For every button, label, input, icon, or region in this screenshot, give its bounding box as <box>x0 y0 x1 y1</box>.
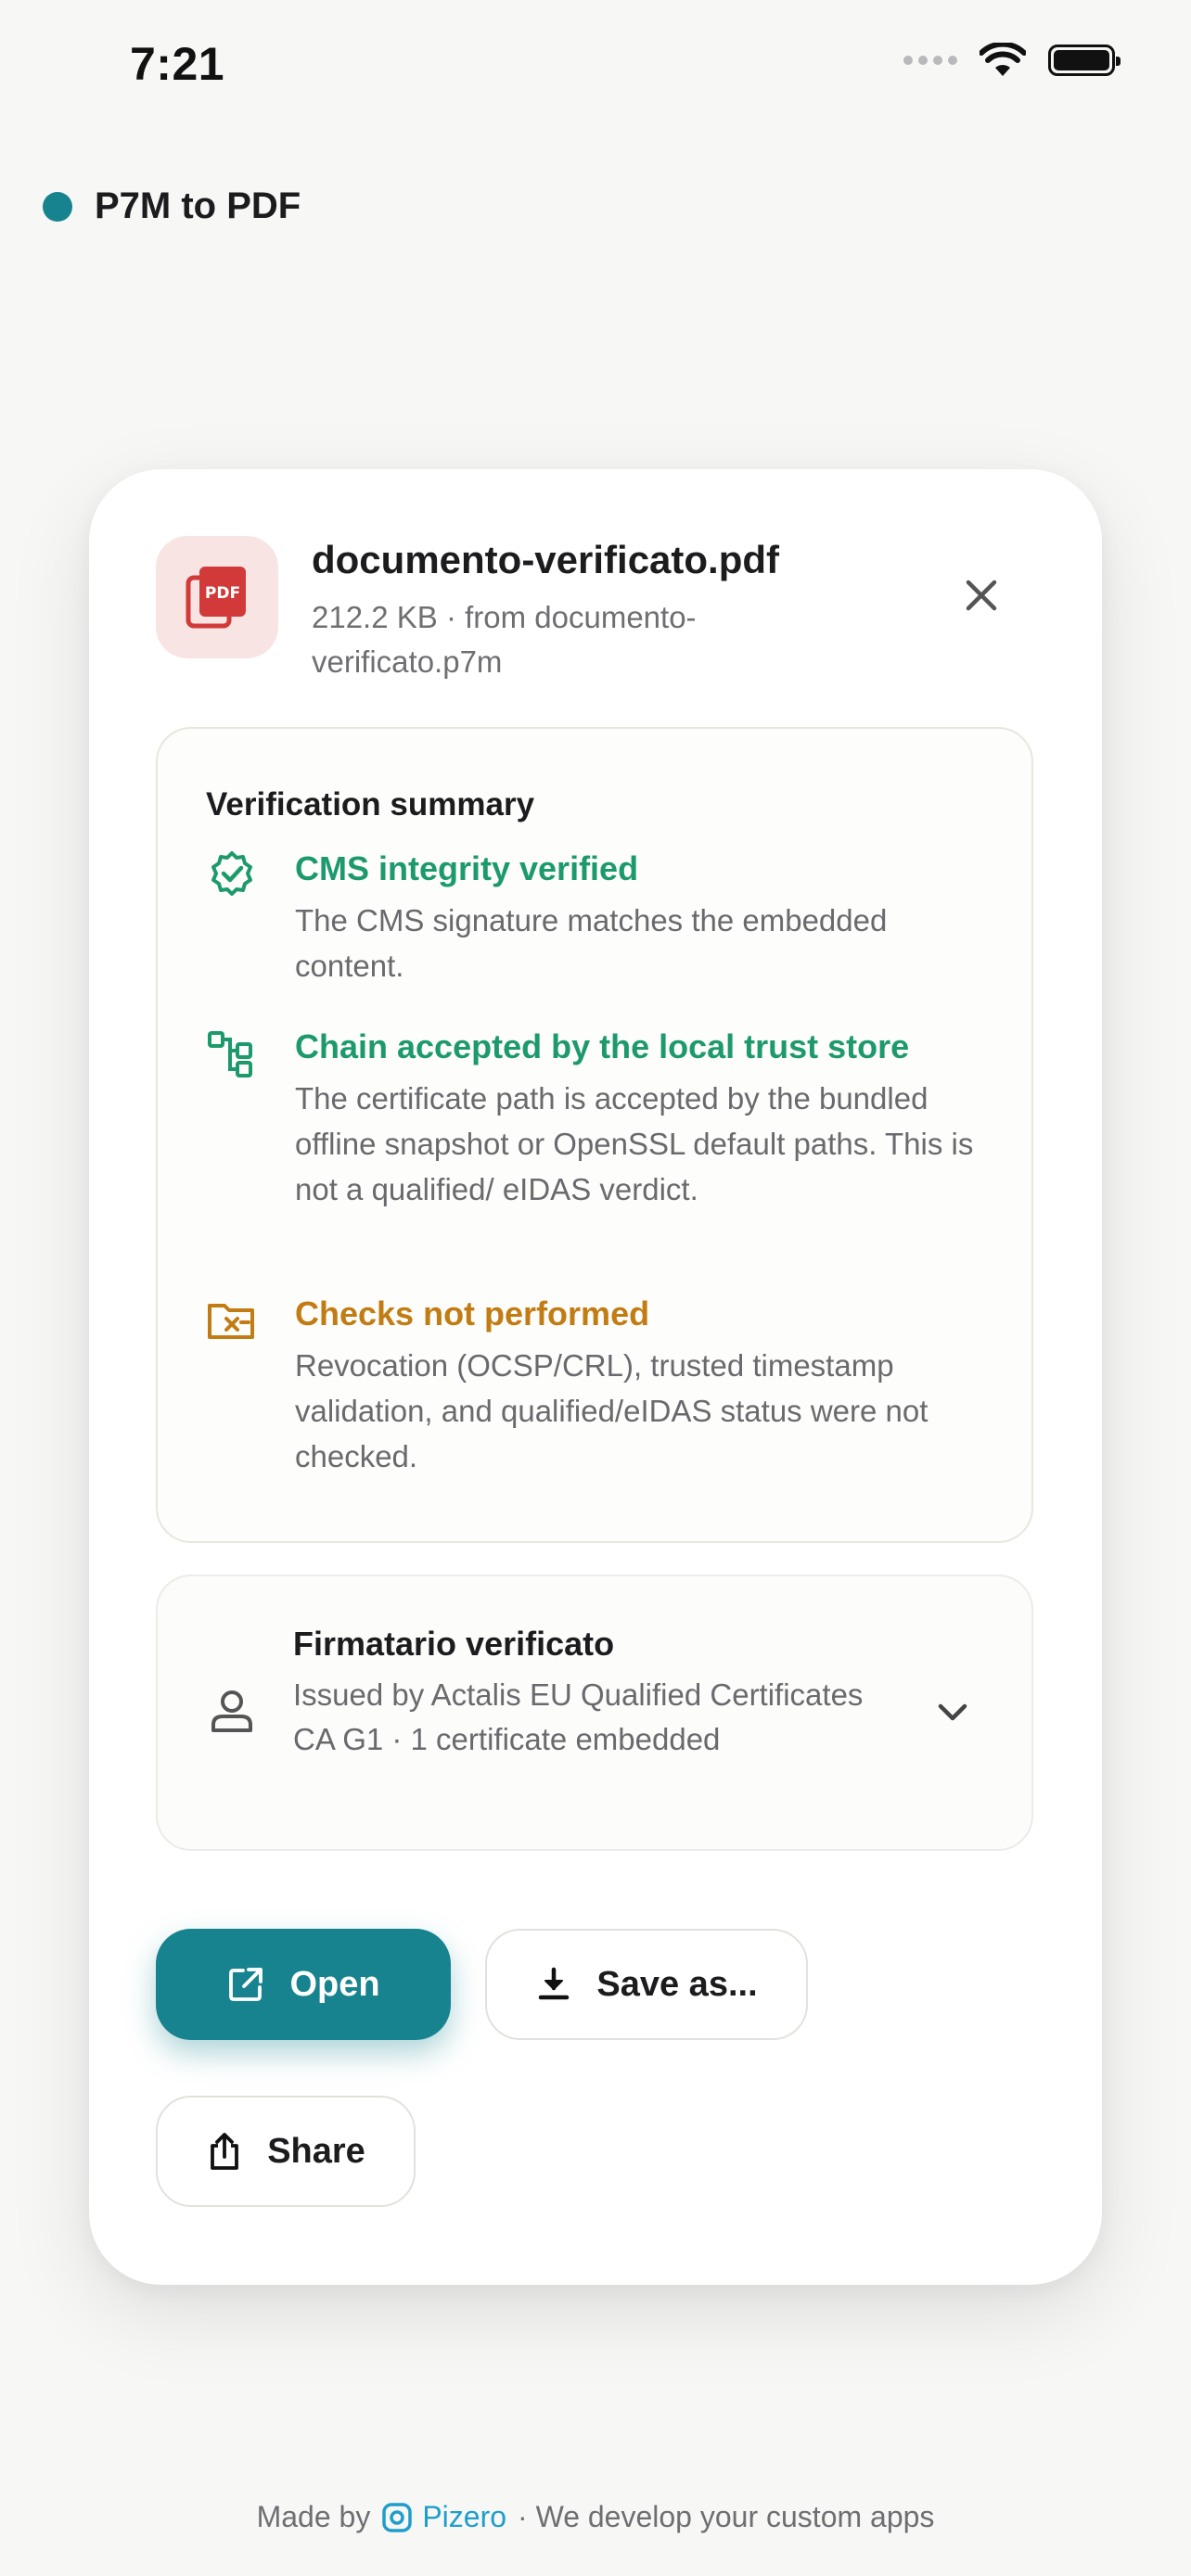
battery-icon <box>1048 45 1121 76</box>
close-button[interactable] <box>954 567 1009 623</box>
save-as-button[interactable]: Save as... <box>485 1929 808 2040</box>
check-description: The certificate path is accepted by the … <box>295 1081 974 1206</box>
status-time: 7:21 <box>130 38 225 90</box>
share-label: Share <box>267 2131 365 2171</box>
file-name: documento-verificato.pdf <box>312 538 780 581</box>
pizero-logo-icon <box>382 2502 413 2532</box>
person-icon <box>211 1690 252 1732</box>
close-icon <box>966 580 997 611</box>
save-as-label: Save as... <box>596 1964 758 2004</box>
open-button[interactable]: Open <box>156 1929 451 2040</box>
wifi-icon <box>980 43 1026 76</box>
pdf-icon-label: PDF <box>205 584 240 603</box>
check-description: Revocation (OCSP/CRL), trusted timestamp… <box>295 1348 928 1473</box>
status-bar: 7:21 <box>0 0 1191 139</box>
folder-x-icon <box>208 1304 254 1339</box>
check-description: The CMS signature matches the embedded c… <box>295 903 888 983</box>
chevron-down-icon <box>938 1703 967 1721</box>
share-icon <box>211 2133 239 2170</box>
download-icon <box>539 1967 570 2000</box>
verification-title: Verification summary <box>206 786 535 823</box>
open-label: Open <box>289 1964 380 2004</box>
app-header: P7M to PDF <box>43 185 301 227</box>
brand-link[interactable]: Pizero <box>381 2500 506 2534</box>
cellular-signal-icon <box>903 56 957 65</box>
result-card: PDF documento-verificato.pdf 212.2 KB · … <box>89 469 1102 2285</box>
app-status-dot <box>43 191 72 222</box>
footer: Made by Pizero · We develop your custom … <box>0 2500 1191 2534</box>
pdf-file-icon: PDF <box>156 536 278 658</box>
external-link-icon <box>229 1968 263 2001</box>
verification-summary: Verification summary CMS integrity verif… <box>156 727 1033 1543</box>
status-icons <box>903 43 1121 78</box>
app-title: P7M to PDF <box>95 185 301 226</box>
footer-prefix: Made by <box>256 2500 371 2533</box>
footer-suffix: · We develop your custom apps <box>518 2500 935 2533</box>
check-title: Checks not performed <box>295 1294 650 1333</box>
file-meta: 212.2 KB · from documento-verificato.p7m <box>312 600 697 679</box>
check-title: Chain accepted by the local trust store <box>295 1027 910 1065</box>
chain-tree-icon <box>208 1031 252 1078</box>
signer-description: Issued by Actalis EU Qualified Certifica… <box>293 1677 864 1756</box>
brand-name: Pizero <box>422 2500 507 2533</box>
badge-check-icon <box>211 851 252 896</box>
check-title: CMS integrity verified <box>295 849 639 887</box>
signer-title: Firmatario verificato <box>293 1625 615 1663</box>
share-button[interactable]: Share <box>156 2096 416 2207</box>
signer-details-toggle[interactable]: Firmatario verificato Issued by Actalis … <box>156 1575 1033 1851</box>
